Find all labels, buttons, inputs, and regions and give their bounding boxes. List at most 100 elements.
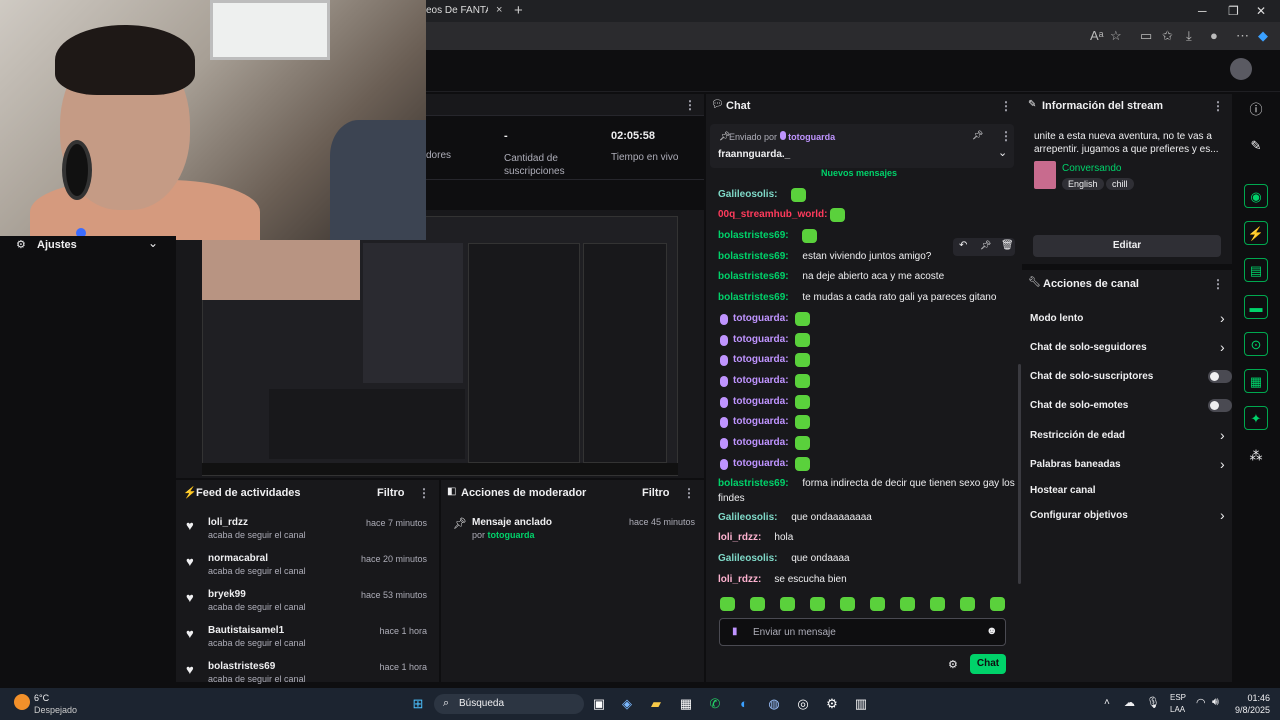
stats-menu-icon[interactable]: ⋮ [684, 98, 696, 112]
lightning-rail-icon[interactable]: ⚡ [1244, 221, 1268, 245]
taskbar-search[interactable]: ⌕ Búsqueda [434, 694, 584, 714]
chat-username[interactable]: Galileosolis: [718, 553, 777, 564]
toggle-switch[interactable] [1208, 399, 1232, 412]
read-aloud-icon[interactable]: Aᵃ [1090, 28, 1104, 43]
store-icon[interactable]: ▦ [676, 694, 696, 714]
feed-item[interactable]: ♥ normacabral acaba de seguir el canal h… [176, 552, 439, 586]
chat-rail-icon[interactable]: ▬ [1244, 295, 1268, 319]
windows-start-icon[interactable]: ⊞ [408, 694, 428, 714]
chat-settings-icon[interactable]: ⚙ [948, 658, 958, 671]
feed-filter-button[interactable]: Filtro [377, 487, 405, 499]
emote-shortcut-icon[interactable] [900, 597, 915, 611]
chat-username[interactable]: bolastristes69: [718, 292, 789, 303]
chat-username[interactable]: bolastristes69: [718, 478, 789, 489]
channel-action-item[interactable]: Chat de solo-seguidores › [1030, 339, 1230, 357]
emote-shortcut-icon[interactable] [750, 597, 765, 611]
chat-message[interactable]: totoguarda: [718, 333, 1008, 349]
channel-action-item[interactable]: Modo lento › [1030, 310, 1230, 328]
download-icon[interactable]: ⤓ [1186, 28, 1192, 44]
whatsapp-icon[interactable]: ✆ [705, 694, 725, 714]
emote-shortcut-icon[interactable] [810, 597, 825, 611]
pinned-chat-message[interactable]: 📌︎ Enviado por totoguarda fraannguarda._… [710, 124, 1014, 168]
extensions-icon[interactable]: ⁂ [1244, 444, 1268, 468]
chat-message[interactable]: 00q_streamhub_world: [718, 208, 1008, 224]
emote-shortcut-icon[interactable] [780, 597, 795, 611]
chat-username[interactable]: loli_rdzz: [718, 574, 761, 585]
feed-user[interactable]: bolastristes69 [208, 661, 275, 672]
emote-shortcut-icon[interactable] [960, 597, 975, 611]
chat-username[interactable]: 00q_streamhub_world: [718, 209, 828, 220]
settings-taskbar-icon[interactable]: ⚙ [822, 694, 842, 714]
channel-action-item[interactable]: Hostear canal [1030, 484, 1230, 500]
chat-input[interactable]: ▮ Enviar un mensaje ☻ [719, 618, 1006, 646]
chat-message[interactable]: totoguarda: [718, 312, 1008, 328]
folder-icon[interactable]: ▰ [646, 694, 666, 714]
mod-filter-button[interactable]: Filtro [642, 487, 670, 499]
chevron-right-icon[interactable]: › [1220, 456, 1225, 472]
moderator-icon[interactable]: ▦ [1244, 369, 1268, 393]
chat-username[interactable]: bolastristes69: [718, 251, 789, 262]
tray-expand-icon[interactable]: ˄ [1104, 697, 1110, 708]
chat-username[interactable]: totoguarda: [733, 437, 789, 448]
more-icon[interactable]: ⋯ [1236, 28, 1249, 44]
chat-scrollbar[interactable] [1018, 364, 1021, 584]
chat-username[interactable]: bolastristes69: [718, 271, 789, 282]
weather-temp[interactable]: 6°C [34, 693, 49, 703]
info-icon[interactable]: ⓘ [1244, 98, 1268, 122]
unpin-icon[interactable]: 📌︎ [972, 130, 983, 141]
task-view-icon[interactable]: ▣ [589, 694, 609, 714]
feed-user[interactable]: loli_rdzz [208, 517, 248, 528]
browser-tab[interactable]: eos De FANTASMA [426, 5, 488, 16]
edge-icon[interactable]: ◐ [734, 694, 754, 714]
close-window-icon[interactable]: ✕ [1256, 4, 1266, 18]
chat-username[interactable]: Galileosolis: [718, 512, 777, 523]
chat-message[interactable]: bolastristes69: te mudas a cada rato gali… [718, 291, 1008, 307]
emote-shortcut-icon[interactable] [870, 597, 885, 611]
channel-action-item[interactable]: Configurar objetivos › [1030, 507, 1230, 525]
chat-username[interactable]: Galileosolis: [718, 189, 777, 200]
broadcast-icon[interactable]: ⊙ [1244, 332, 1268, 356]
chat-message[interactable]: totoguarda: [718, 436, 1008, 452]
emote-shortcut-icon[interactable] [720, 597, 735, 611]
steam-icon[interactable]: ◍ [764, 694, 784, 714]
feed-item[interactable]: ♥ bryek99 acaba de seguir el canal hace … [176, 588, 439, 622]
category-name[interactable]: Conversando [1062, 163, 1121, 174]
chat-message[interactable]: totoguarda: [718, 353, 1008, 369]
chat-username[interactable]: totoguarda: [733, 334, 789, 345]
chat-message[interactable]: loli_rdzz: se escucha bien [718, 573, 1008, 589]
tab-close-icon[interactable]: × [496, 4, 502, 16]
channel-action-item[interactable]: Restricción de edad › [1030, 427, 1230, 445]
delete-icon[interactable]: 🗑︎ [1001, 240, 1014, 251]
chevron-down-icon[interactable]: ⌄ [148, 236, 158, 250]
copilot-icon[interactable]: ◆ [1258, 28, 1268, 44]
emote-shortcut-icon[interactable] [990, 597, 1005, 611]
channel-action-item[interactable]: Chat de solo-suscriptores [1030, 370, 1232, 386]
edit-icon[interactable]: ✎ [1244, 134, 1268, 158]
clock-date[interactable]: 9/8/2025 [1232, 705, 1270, 715]
channel-action-item[interactable]: Palabras baneadas › [1030, 456, 1230, 474]
camera-icon[interactable]: ◉ [1244, 184, 1268, 208]
chat-message[interactable]: bolastristes69: na deje abierto aca y me … [718, 270, 1008, 286]
pinned-menu-icon[interactable]: ⋮ [1000, 129, 1012, 143]
chevron-right-icon[interactable]: › [1220, 339, 1225, 355]
wifi-icon[interactable]: ◠ [1196, 696, 1206, 709]
chat-send-button[interactable]: Chat [970, 654, 1006, 674]
obs-icon[interactable]: ◎ [793, 694, 813, 714]
chevron-right-icon[interactable]: › [1220, 427, 1225, 443]
minimize-icon[interactable]: ─ [1198, 4, 1207, 18]
chat-message[interactable]: totoguarda: [718, 457, 1008, 473]
emote-picker-icon[interactable]: ☻ [986, 625, 998, 637]
app-taskbar-icon[interactable]: ▥ [851, 694, 871, 714]
chat-username[interactable]: totoguarda: [733, 313, 789, 324]
copilot-taskbar-icon[interactable]: ◈ [617, 694, 637, 714]
toggle-switch[interactable] [1208, 370, 1232, 383]
chevron-down-icon[interactable]: ⌄ [998, 146, 1007, 159]
reply-icon[interactable]: ↶ [959, 240, 967, 251]
chevron-right-icon[interactable]: › [1220, 310, 1225, 326]
profile-avatar-icon[interactable]: ● [1210, 28, 1218, 43]
emote-shortcut-icon[interactable] [840, 597, 855, 611]
chat-message[interactable]: Galileosolis: [718, 188, 1008, 204]
wrench-rail-icon[interactable]: ✦ [1244, 406, 1268, 430]
chat-message[interactable]: totoguarda: [718, 374, 1008, 390]
info-menu-icon[interactable]: ⋮ [1212, 99, 1224, 113]
